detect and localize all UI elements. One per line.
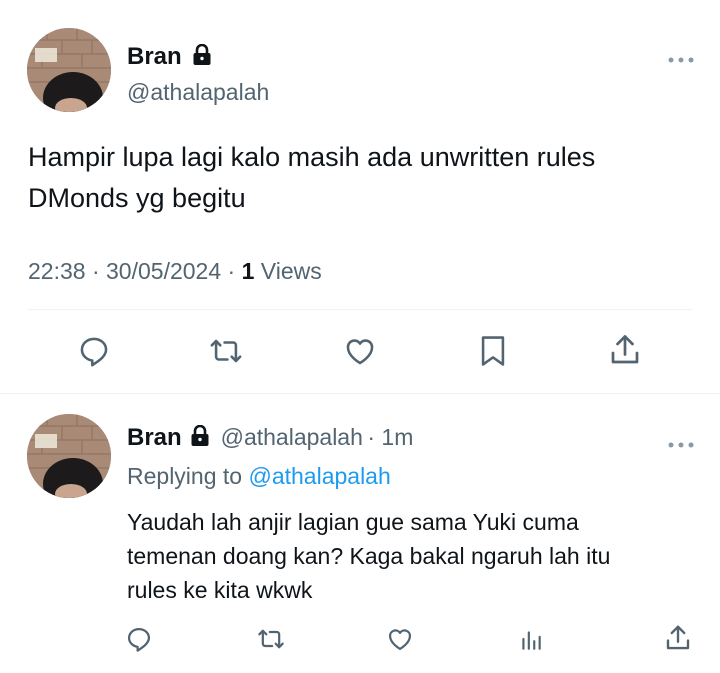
reply-text-line: rules ke kita wkwk xyxy=(127,577,313,603)
views-count: 1 xyxy=(241,258,255,284)
replying-to: Replying to @athalapalah xyxy=(127,463,391,490)
reply-text-line: Yaudah lah anjir lagian gue sama Yuki cu… xyxy=(127,509,579,535)
analytics-icon[interactable] xyxy=(516,624,546,654)
reply-icon[interactable] xyxy=(124,624,154,654)
bookmark-icon[interactable] xyxy=(476,333,510,369)
views-label: Views xyxy=(260,258,322,284)
author-handle[interactable]: @athalapalah xyxy=(221,424,363,450)
like-icon[interactable] xyxy=(341,333,379,369)
tweet-text-line: DMonds yg begitu xyxy=(28,183,246,213)
avatar[interactable] xyxy=(27,28,111,112)
reply-icon[interactable] xyxy=(76,333,112,369)
more-horizontal-icon[interactable] xyxy=(668,429,694,455)
tweet-text-line: Hampir lupa lagi kalo masih ada unwritte… xyxy=(28,142,596,172)
author-handle[interactable]: @athalapalah xyxy=(127,79,269,106)
share-icon[interactable] xyxy=(606,331,644,369)
reply-header: Bran @athalapalah · 1m xyxy=(127,424,413,452)
retweet-icon[interactable] xyxy=(207,333,245,369)
tweet-time[interactable]: 22:38 xyxy=(28,258,86,284)
reply-age[interactable]: 1m xyxy=(381,424,413,450)
separator: · xyxy=(227,258,242,284)
lock-icon xyxy=(192,43,212,73)
replying-to-label: Replying to xyxy=(127,463,243,489)
author-name[interactable]: Bran xyxy=(127,43,212,73)
tweet-meta: 22:38 · 30/05/2024 · 1 Views xyxy=(28,258,322,285)
like-icon[interactable] xyxy=(385,624,415,654)
more-horizontal-icon[interactable] xyxy=(668,44,694,70)
tweet-date[interactable]: 30/05/2024 xyxy=(106,258,221,284)
avatar[interactable] xyxy=(27,414,111,498)
reply-text: Yaudah lah anjir lagian gue sama Yuki cu… xyxy=(127,505,610,607)
share-icon[interactable] xyxy=(662,622,694,654)
separator: · xyxy=(91,258,107,284)
replying-to-handle[interactable]: @athalapalah xyxy=(248,463,390,489)
reply-text-line: temenan doang kan? Kaga bakal ngaruh lah… xyxy=(127,543,611,569)
lock-icon xyxy=(190,424,210,452)
retweet-icon[interactable] xyxy=(256,624,286,654)
author-name[interactable]: Bran xyxy=(127,424,182,451)
divider xyxy=(0,393,720,394)
separator: · xyxy=(367,424,382,450)
tweet-text: Hampir lupa lagi kalo masih ada unwritte… xyxy=(28,137,595,219)
divider xyxy=(28,309,692,310)
